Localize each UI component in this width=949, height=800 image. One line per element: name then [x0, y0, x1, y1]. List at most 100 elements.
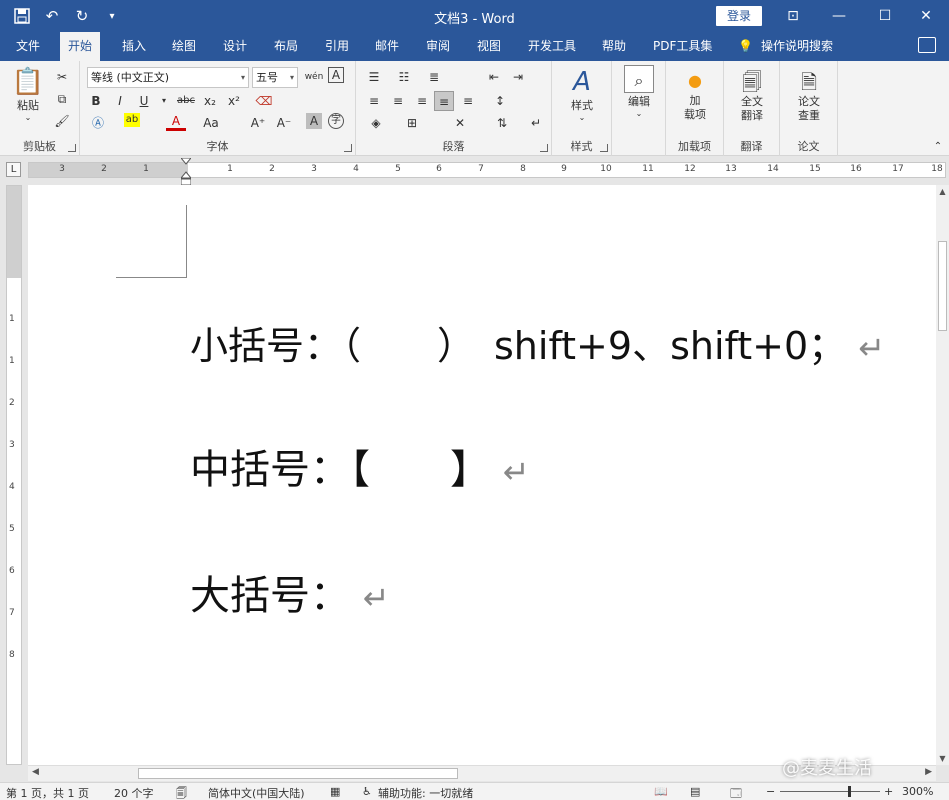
font-name-combo[interactable]: 等线 (中文正文) ▾	[87, 67, 249, 88]
doc-line-3[interactable]: 大括号： ↵	[190, 563, 390, 621]
tab-draw[interactable]: 绘图	[164, 32, 204, 61]
comments-icon[interactable]	[918, 37, 936, 53]
tab-selector[interactable]: L	[6, 162, 21, 177]
close-button[interactable]: ✕	[903, 0, 949, 32]
shading-icon[interactable]: ◈	[366, 113, 386, 133]
bullets-icon[interactable]: ☰	[364, 67, 384, 87]
font-name-value: 等线 (中文正文)	[91, 71, 170, 84]
scroll-left-icon[interactable]: ◀	[32, 767, 39, 777]
tab-mailings[interactable]: 邮件	[367, 32, 407, 61]
scroll-thumb[interactable]	[138, 768, 458, 779]
tab-pdf-tools[interactable]: PDF工具集	[645, 32, 720, 61]
scroll-up-icon[interactable]: ▲	[936, 187, 949, 196]
change-case-button[interactable]: Aa	[198, 113, 224, 133]
addins-button[interactable]: ● 加 载项	[674, 71, 716, 122]
increase-indent-icon[interactable]: ⇥	[508, 67, 528, 87]
full-translate-button[interactable]: 🗐 全文 翻译	[730, 69, 774, 123]
login-button[interactable]: 登录	[716, 6, 762, 26]
macro-icon[interactable]: ▦	[330, 785, 340, 798]
italic-button[interactable]: I	[110, 91, 130, 111]
editing-button[interactable]: ⌕ 编辑 ⌄	[618, 65, 660, 118]
align-left-icon[interactable]: ≡	[364, 91, 384, 111]
tab-design[interactable]: 设计	[215, 32, 255, 61]
tab-view[interactable]: 视图	[469, 32, 509, 61]
zoom-slider-thumb[interactable]	[848, 786, 851, 797]
tab-home[interactable]: 开始	[60, 32, 101, 61]
tab-layout[interactable]: 布局	[266, 32, 306, 61]
enclose-characters-icon[interactable]: 字	[328, 113, 344, 129]
line-spacing-icon[interactable]: ↕	[490, 91, 510, 111]
indent-marker[interactable]	[181, 158, 191, 186]
align-center-icon[interactable]: ≡	[388, 91, 408, 111]
scroll-right-icon[interactable]: ▶	[925, 767, 932, 777]
format-painter-icon[interactable]: 🖌	[52, 111, 72, 131]
word-count[interactable]: 20 个字	[114, 785, 154, 800]
clear-formatting-icon[interactable]: ⌫	[254, 91, 274, 111]
font-launcher-icon[interactable]	[344, 144, 352, 152]
bold-button[interactable]: B	[86, 91, 106, 111]
page-count[interactable]: 第 1 页，共 1 页	[6, 785, 89, 800]
highlight-color-icon[interactable]: ab	[124, 113, 140, 127]
doc-line-2[interactable]: 中括号：【 】 ↵	[190, 437, 530, 495]
tab-review[interactable]: 审阅	[418, 32, 458, 61]
styles-launcher-icon[interactable]	[600, 144, 608, 152]
text-effects-icon[interactable]: Ⓐ	[88, 113, 108, 133]
scroll-down-icon[interactable]: ▼	[936, 754, 949, 763]
chevron-down-icon[interactable]: ▾	[154, 91, 174, 111]
paper-check-button[interactable]: 🗎 论文 查重	[786, 69, 832, 123]
phonetic-guide-icon[interactable]: wén	[304, 67, 324, 87]
underline-button[interactable]: U	[134, 91, 154, 111]
read-mode-icon[interactable]: 📖	[654, 785, 668, 798]
character-shading-icon[interactable]: A	[306, 113, 322, 129]
font-size-combo[interactable]: 五号 ▾	[252, 67, 298, 88]
zoom-out-icon[interactable]: −	[766, 785, 775, 798]
tab-file[interactable]: 文件	[8, 32, 48, 61]
cut-icon[interactable]: ✂	[52, 67, 72, 87]
vertical-ruler[interactable]: 1 1 2 3 4 5 6 7 8	[6, 185, 22, 765]
tell-me-search[interactable]: 💡 操作说明搜索	[738, 32, 833, 61]
zoom-slider[interactable]	[780, 791, 880, 792]
tab-references[interactable]: 引用	[317, 32, 357, 61]
scroll-thumb[interactable]	[938, 241, 947, 331]
sort-icon[interactable]: ⇅	[492, 113, 512, 133]
language-indicator[interactable]: 简体中文(中国大陆)	[208, 785, 305, 800]
styles-button[interactable]: A 样式 ⌄	[560, 67, 604, 122]
tab-insert[interactable]: 插入	[114, 32, 154, 61]
font-color-icon[interactable]: A	[166, 113, 186, 131]
paragraph-launcher-icon[interactable]	[540, 144, 548, 152]
shrink-font-button[interactable]: A⁻	[274, 113, 294, 133]
justify-icon[interactable]: ≡	[434, 91, 454, 111]
decrease-indent-icon[interactable]: ⇤	[484, 67, 504, 87]
maximize-button[interactable]: ☐	[862, 0, 908, 32]
web-layout-icon[interactable]: 🗔	[730, 785, 742, 800]
doc-line-1[interactable]: 小括号：（ ） shift+9、shift+0； ↵	[190, 315, 885, 370]
numbering-icon[interactable]: ☷	[394, 67, 414, 87]
borders-icon[interactable]: ⊞	[402, 113, 422, 133]
tab-developer[interactable]: 开发工具	[520, 32, 584, 61]
paste-button[interactable]: 📋 粘贴 ⌄	[8, 67, 48, 122]
multilevel-list-icon[interactable]: ≣	[424, 67, 444, 87]
zoom-level[interactable]: 300%	[902, 785, 933, 798]
proofing-icon[interactable]: 🗐	[176, 785, 187, 800]
chinese-layout-icon[interactable]: ✕	[450, 113, 470, 133]
minimize-button[interactable]: —	[816, 0, 862, 32]
align-right-icon[interactable]: ≡	[412, 91, 432, 111]
copy-icon[interactable]: ⧉	[52, 89, 72, 109]
document-page[interactable]: 小括号：（ ） shift+9、shift+0； ↵ 中括号：【 】 ↵ 大括号…	[28, 185, 936, 765]
strikethrough-button[interactable]: abc	[174, 91, 198, 111]
clipboard-launcher-icon[interactable]	[68, 144, 76, 152]
accessibility-status[interactable]: 辅助功能: 一切就绪	[378, 785, 473, 800]
distributed-icon[interactable]: ≡	[458, 91, 478, 111]
vertical-scrollbar[interactable]: ▲ ▼	[936, 185, 949, 765]
zoom-in-icon[interactable]: +	[884, 785, 893, 798]
character-border-icon[interactable]: A	[328, 67, 344, 83]
superscript-button[interactable]: x²	[224, 91, 244, 111]
ribbon-display-options-icon[interactable]: ⊡	[770, 0, 816, 32]
horizontal-ruler[interactable]: 3 2 1 1 2 3 4 5 6 7 8 9 10 11 12 13 14 1…	[28, 162, 946, 178]
collapse-ribbon-icon[interactable]: ⌃	[928, 137, 948, 157]
show-hide-marks-icon[interactable]: ↵	[526, 113, 546, 133]
subscript-button[interactable]: x₂	[200, 91, 220, 111]
print-layout-icon[interactable]: ▤	[690, 785, 700, 798]
tab-help[interactable]: 帮助	[594, 32, 634, 61]
grow-font-button[interactable]: A⁺	[248, 113, 268, 133]
